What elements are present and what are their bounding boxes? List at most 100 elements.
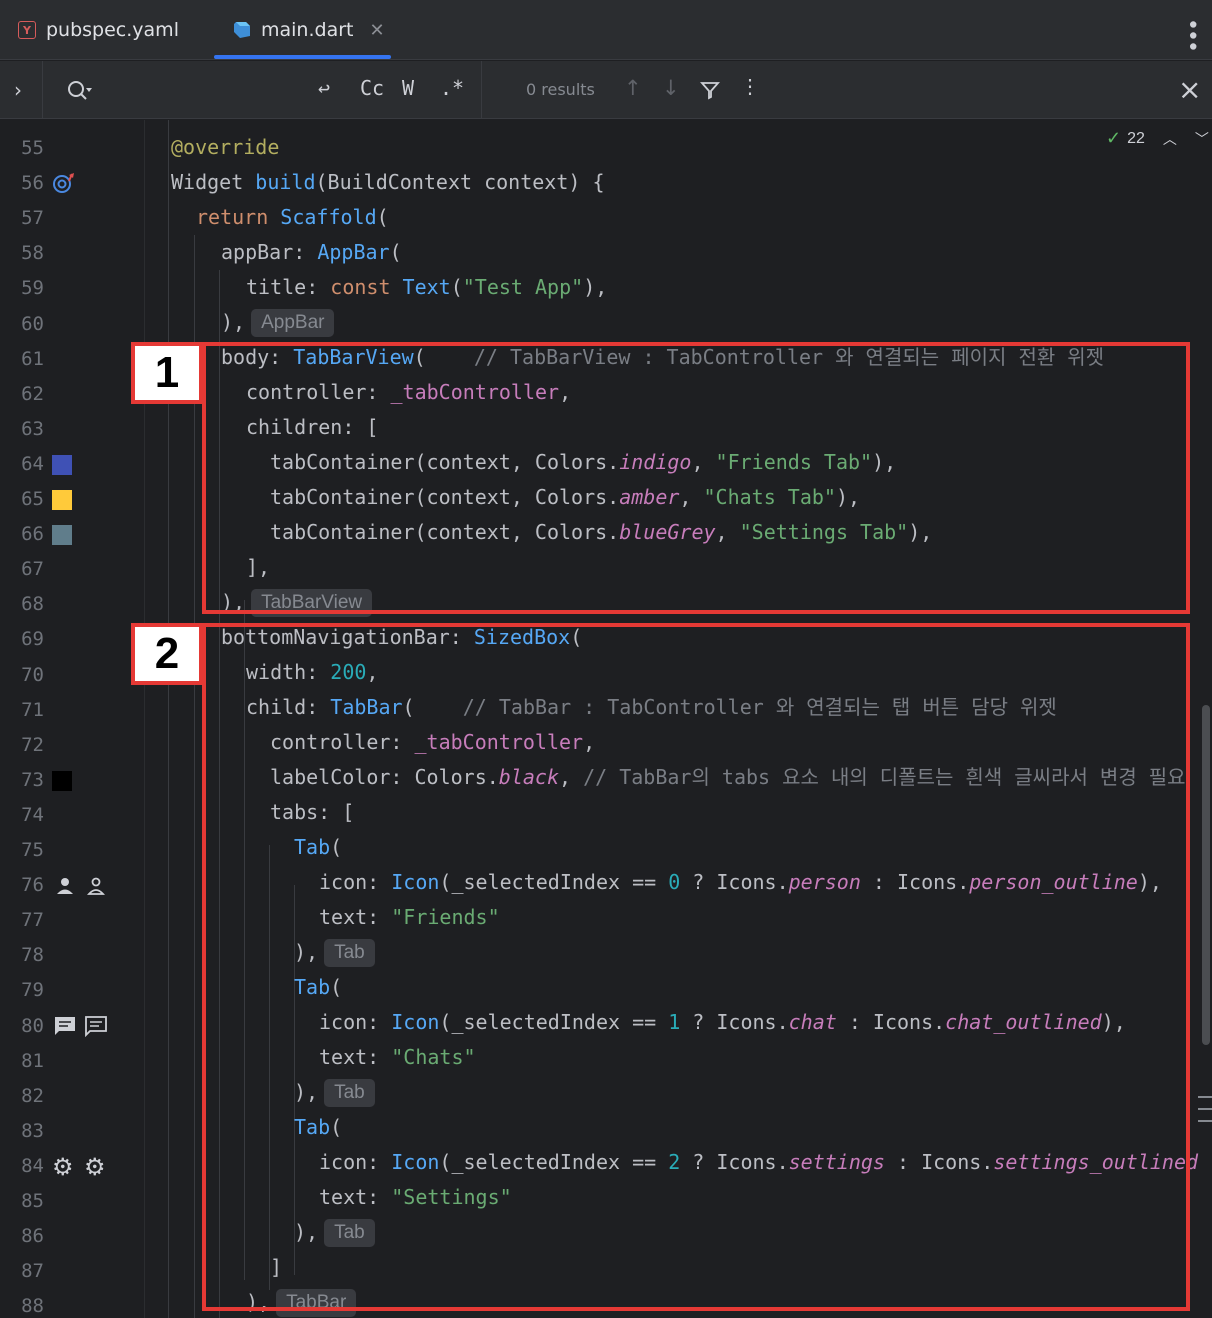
line-number: 75 [21,839,44,861]
code-token: build [255,170,316,194]
chevron-down-icon[interactable]: ﹀ [1195,129,1209,149]
line-number: 55 [21,137,44,159]
code-token: ), [583,275,608,299]
arrow-down-icon[interactable]: ↓ [662,76,680,100]
tab-label: main.dart [261,19,354,41]
tab-pubspec-yaml[interactable]: Y pubspec.yaml [18,0,179,60]
chat-outlined-icon[interactable] [84,1015,108,1037]
override-method-icon[interactable] [52,172,76,194]
line-number: 84 [21,1154,44,1177]
code-token: Text [402,275,451,299]
line-number: 68 [21,593,44,616]
scroll-marker [1198,1120,1212,1122]
code-token: title: [246,275,331,299]
annotation-text: @override [171,135,280,159]
line-number: 76 [21,874,44,897]
line-number: 69 [21,628,44,651]
color-swatch-indigo[interactable] [52,455,72,475]
line-number: 64 [21,452,44,475]
indent-guide [168,120,169,1318]
dart-file-icon [234,22,250,38]
find-bar: › ↩ Cc W .* 0 results ↑ ↓ ⋮ × [0,61,1212,119]
line-number: 82 [21,1084,44,1107]
color-swatch-black[interactable] [52,771,72,791]
line-number: 67 [21,558,44,581]
line-number: 72 [21,733,44,756]
code-token: const [330,275,403,299]
divider [42,61,43,119]
close-icon[interactable]: × [1178,73,1201,106]
chat-icon[interactable] [53,1015,77,1037]
code-token: ( [450,275,463,299]
yaml-file-icon: Y [18,21,36,39]
scroll-marker [1198,1096,1212,1098]
highlight-box-2 [202,623,1190,1311]
divider [481,61,482,119]
code-token: (BuildContext context) { [315,170,605,194]
line-number: 77 [21,909,44,932]
line-number: 66 [21,523,44,546]
match-case-button[interactable]: Cc [360,76,384,100]
code-token: ( [376,205,389,229]
line-number: 74 [21,803,44,826]
code-line-56: Widget build(BuildContext context) { [171,165,605,200]
code-line-60: ), AppBar [221,305,335,340]
newline-icon[interactable]: ↩ [318,76,330,100]
line-number: 78 [21,944,44,967]
color-swatch-amber[interactable] [52,490,72,510]
code-line-58: appBar: AppBar( [221,235,402,270]
person-icon[interactable] [54,875,76,897]
line-number: 85 [21,1190,44,1212]
tab-main-dart[interactable]: main.dart ✕ [232,0,385,60]
line-number: 58 [21,242,44,265]
line-number: 70 [21,663,44,686]
words-button[interactable]: W [402,76,414,100]
line-number: 87 [21,1260,44,1283]
line-number: 60 [21,312,44,335]
line-number: 79 [21,979,44,1002]
filter-icon[interactable] [700,80,720,100]
more-options-icon[interactable]: ⋮ [740,74,760,98]
code-token: return [196,205,281,229]
color-swatch-bluegrey[interactable] [52,525,72,545]
search-history-icon[interactable] [66,79,94,101]
scroll-marker [1198,1108,1212,1110]
close-icon[interactable]: ✕ [369,20,384,41]
inspections-widget[interactable]: ✓ 22 ︿ ﹀ [1106,128,1209,149]
code-line-55: @override [171,130,279,165]
settings-outlined-icon[interactable]: ⚙ [84,1153,106,1181]
line-number: 83 [21,1119,44,1142]
code-token: ), [221,310,246,334]
line-number: 57 [21,207,44,230]
editor-tab-bar: Y pubspec.yaml main.dart ✕ ••• [0,0,1212,60]
line-number: 65 [21,488,44,510]
highlight-box-1 [202,342,1190,614]
line-number: 73 [21,768,44,791]
settings-icon[interactable]: ⚙ [52,1153,74,1181]
person-outline-icon[interactable] [85,875,107,897]
line-number: 62 [21,382,44,405]
regex-button[interactable]: .* [440,76,464,100]
search-results-count: 0 results [526,80,595,99]
code-token: Widget [171,170,256,194]
line-number: 63 [21,417,44,440]
line-number: 61 [21,347,44,370]
code-line-57: return Scaffold( [196,200,389,235]
line-number: 71 [21,698,44,721]
tab-label: pubspec.yaml [46,19,179,41]
code-token: AppBar [317,240,390,264]
chevron-up-icon[interactable]: ︿ [1163,129,1177,149]
line-number: 56 [21,172,44,195]
code-token: ( [389,240,402,264]
line-number: 81 [21,1049,44,1072]
more-options-icon[interactable]: ••• [1179,18,1204,51]
arrow-up-icon[interactable]: ↑ [624,76,642,100]
line-number: 80 [21,1014,44,1037]
vertical-scrollbar[interactable] [1202,705,1210,1045]
line-number: 59 [21,277,44,300]
active-tab-indicator [214,55,391,59]
code-token: Scaffold [280,205,377,229]
code-token: appBar: [221,240,318,264]
chevron-right-icon[interactable]: › [14,78,22,102]
line-number: 88 [21,1295,44,1318]
